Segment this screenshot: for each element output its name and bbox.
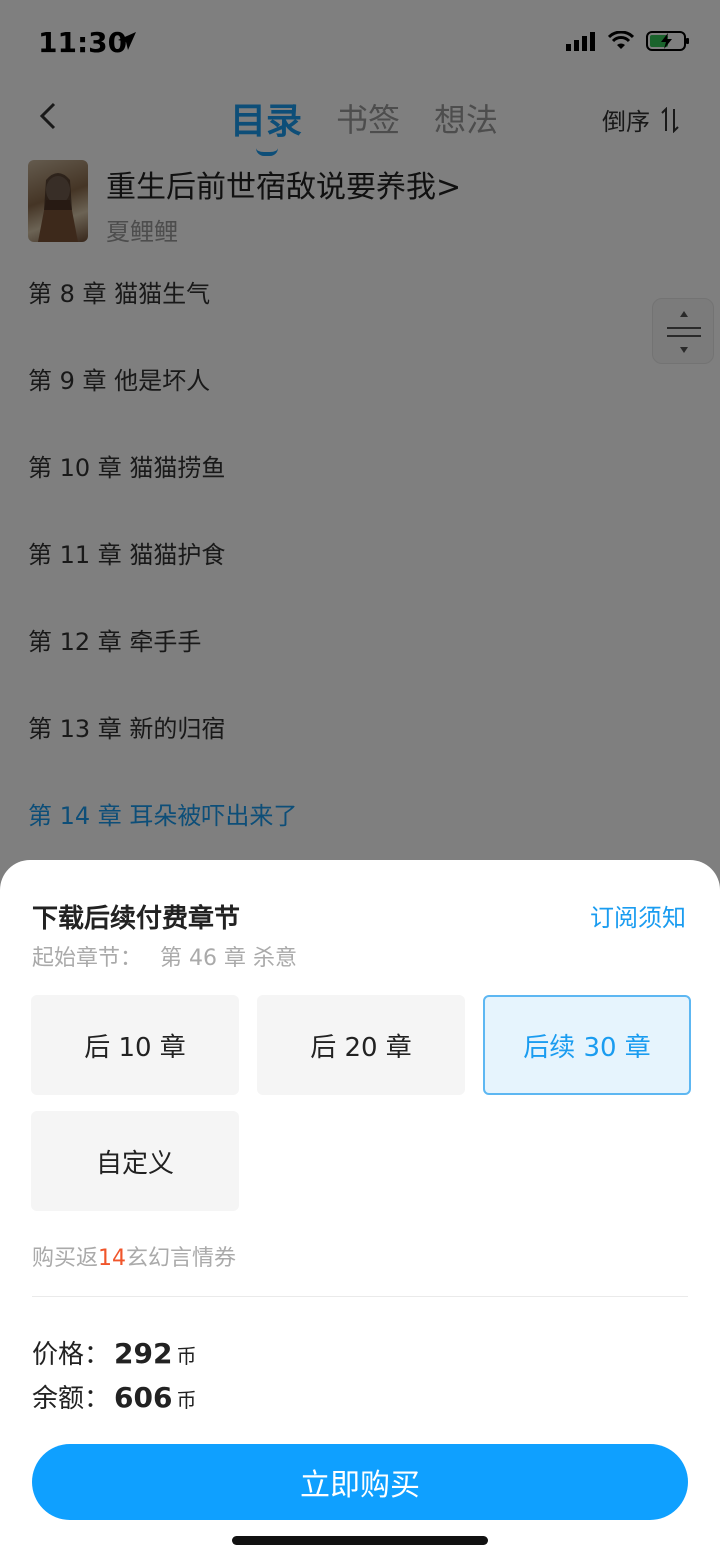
rebate-count: 14: [98, 1246, 127, 1271]
price-unit: 币: [176, 1344, 197, 1368]
price-value: 292: [114, 1337, 173, 1370]
balance-unit: 币: [176, 1388, 197, 1412]
rebate-info: 购买返14玄幻言情券: [32, 1240, 236, 1272]
option-next-30-selected[interactable]: 后续 30 章: [483, 995, 691, 1095]
start-chapter-value: 第 46 章 杀意: [160, 946, 297, 971]
option-next-20[interactable]: 后 20 章: [257, 995, 465, 1095]
home-indicator: [232, 1536, 488, 1545]
option-custom[interactable]: 自定义: [31, 1111, 239, 1211]
rebate-prefix: 购买返: [32, 1246, 99, 1271]
balance-value: 606: [114, 1381, 173, 1414]
download-sheet: 下载后续付费章节 订阅须知 起始章节： 第 46 章 杀意 后 10 章 后 20…: [0, 860, 720, 1559]
buy-now-button[interactable]: 立即购买: [32, 1444, 688, 1520]
rebate-suffix: 玄幻言情券: [126, 1246, 237, 1271]
start-chapter-info: 起始章节： 第 46 章 杀意: [32, 940, 315, 972]
divider: [32, 1296, 688, 1297]
start-chapter-label: 起始章节：: [32, 946, 143, 971]
subscription-notice-link[interactable]: 订阅须知: [590, 898, 686, 933]
price-row: 价格： 292 币: [32, 1334, 196, 1371]
balance-label: 余额：: [32, 1384, 111, 1414]
sheet-title: 下载后续付费章节: [32, 904, 241, 934]
balance-row: 余额： 606 币: [32, 1378, 196, 1415]
option-next-10[interactable]: 后 10 章: [31, 995, 239, 1095]
price-label: 价格：: [32, 1340, 111, 1370]
